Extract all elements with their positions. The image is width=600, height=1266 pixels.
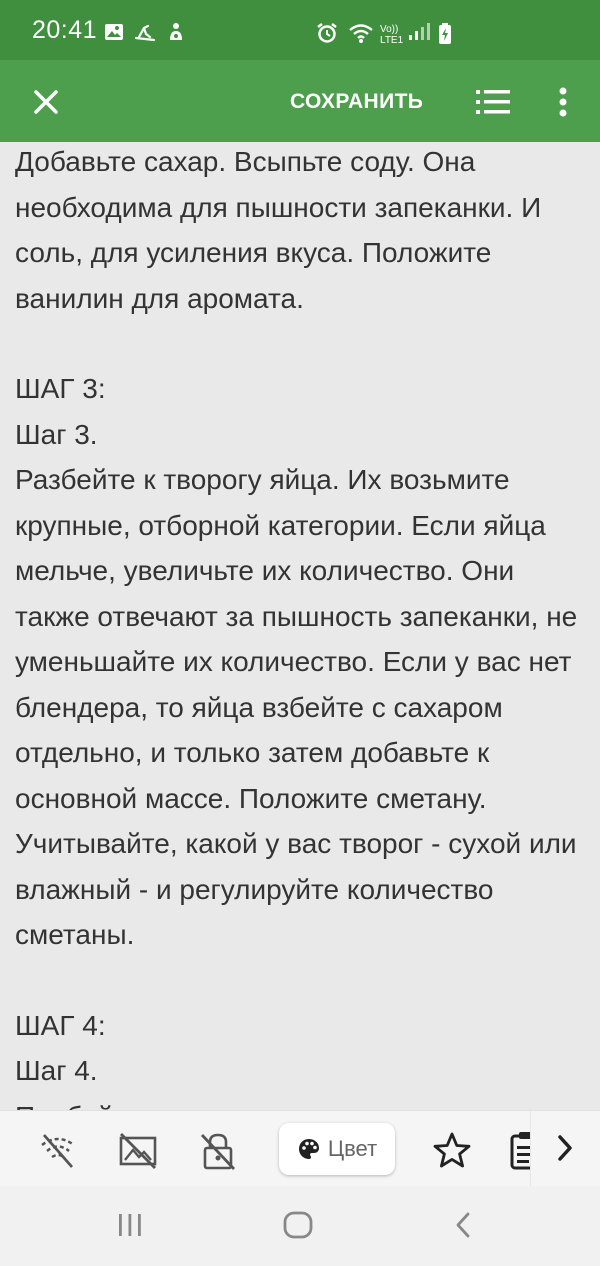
recent-apps-icon: [119, 1214, 141, 1236]
home-button[interactable]: [280, 1210, 316, 1245]
color-button-label: Цвет: [327, 1136, 378, 1161]
wifi-icon: [349, 24, 373, 43]
signal-icon: [409, 23, 430, 40]
image-off-icon: [119, 1133, 157, 1169]
toolbar-next-button[interactable]: [530, 1111, 600, 1187]
more-vertical-icon: [559, 87, 567, 117]
favorite-button[interactable]: [430, 1129, 474, 1173]
wifi-off-button[interactable]: [36, 1129, 80, 1173]
palette-icon: [298, 1139, 319, 1159]
gallery-notification-icon: [105, 24, 123, 40]
clipboard-button[interactable]: [506, 1129, 530, 1173]
alarm-icon: [317, 23, 337, 43]
lte-indicator: Vo)) LTE1: [380, 24, 404, 46]
close-icon: [34, 90, 58, 114]
paragraph-step2-text: Добавьте сахар. Всыпьте соду. Она необхо…: [15, 146, 549, 314]
battery-charging-icon: [439, 23, 451, 44]
paragraph-step4-text: Пробейте все ингредиенты погружным: [15, 1094, 588, 1111]
chevron-right-icon: [558, 1135, 572, 1161]
back-icon: [456, 1212, 470, 1238]
lock-off-icon: [200, 1133, 236, 1170]
home-icon: [283, 1211, 313, 1239]
recipe-text-editor[interactable]: Добавьте сахар. Всыпьте соду. Она необхо…: [0, 142, 600, 1110]
recent-apps-button[interactable]: [112, 1210, 148, 1245]
system-navigation-bar: [0, 1186, 600, 1266]
step-3-subheading: Шаг 3.: [15, 418, 98, 450]
ski-notification-icon: [134, 24, 156, 42]
close-button[interactable]: [24, 80, 68, 124]
app-bar: СОХРАНИТЬ: [0, 60, 600, 142]
list-button[interactable]: [472, 84, 516, 120]
status-system-icons: [316, 22, 374, 44]
more-options-button[interactable]: [548, 82, 578, 122]
clipboard-icon: [510, 1132, 530, 1170]
wifi-off-icon: [41, 1134, 75, 1168]
person-notification-icon: [170, 23, 182, 40]
color-button[interactable]: Цвет: [279, 1123, 395, 1175]
paragraph-step3-text: Разбейте к творогу яйца. Их возьмите кру…: [15, 464, 586, 950]
status-time: 20:41: [32, 16, 98, 44]
lock-off-button[interactable]: [196, 1129, 240, 1173]
star-icon: [433, 1132, 471, 1168]
step-4-subheading: Шаг 4.: [15, 1055, 98, 1086]
image-off-button[interactable]: [116, 1129, 160, 1173]
back-button[interactable]: [446, 1210, 482, 1245]
status-notification-icons: [104, 22, 186, 42]
step-3-heading: ШАГ 3:: [15, 373, 106, 404]
step-4-heading: ШАГ 4:: [15, 1009, 106, 1041]
list-icon: [476, 90, 510, 114]
status-bar: 20:41 Vo)) LTE1: [0, 0, 600, 60]
save-button[interactable]: СОХРАНИТЬ: [290, 85, 423, 119]
editor-toolbar: Цвет: [0, 1110, 600, 1187]
